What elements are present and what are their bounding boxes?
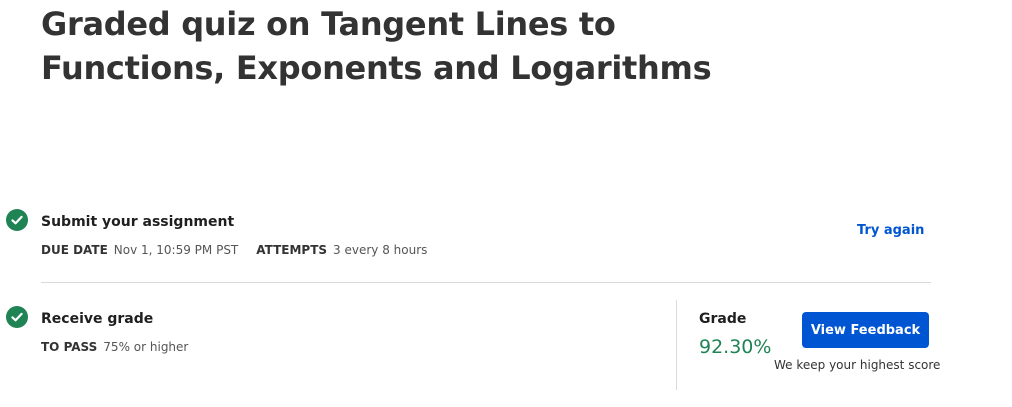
due-date-label: DUE DATE (41, 243, 108, 257)
highest-score-note: We keep your highest score (774, 358, 941, 372)
submit-meta: DUE DATE Nov 1, 10:59 PM PST ATTEMPTS 3 eve… (41, 242, 427, 258)
check-circle-icon (6, 306, 28, 328)
to-pass-value: 75% or higher (103, 340, 189, 354)
attempts-value: 3 every 8 hours (333, 243, 428, 257)
grade-label: Grade (699, 311, 747, 327)
page-title: Graded quiz on Tangent Lines to Function… (41, 5, 712, 87)
grade-divider (676, 300, 677, 390)
quiz-page: Graded quiz on Tangent Lines to Function… (0, 0, 1012, 407)
due-date-value: Nov 1, 10:59 PM PST (113, 243, 239, 257)
try-again-link[interactable]: Try again (857, 222, 924, 240)
submit-assignment-title: Submit your assignment (41, 214, 235, 230)
receive-grade-title: Receive grade (41, 311, 154, 327)
check-circle-icon (6, 209, 28, 231)
attempts-label: ATTEMPTS (256, 243, 328, 257)
view-feedback-button[interactable]: View Feedback (802, 312, 929, 348)
section-divider (41, 282, 931, 283)
grade-value: 92.30% (699, 336, 772, 358)
receive-meta: TO PASS 75% or higher (41, 339, 188, 355)
to-pass-label: TO PASS (41, 340, 98, 354)
